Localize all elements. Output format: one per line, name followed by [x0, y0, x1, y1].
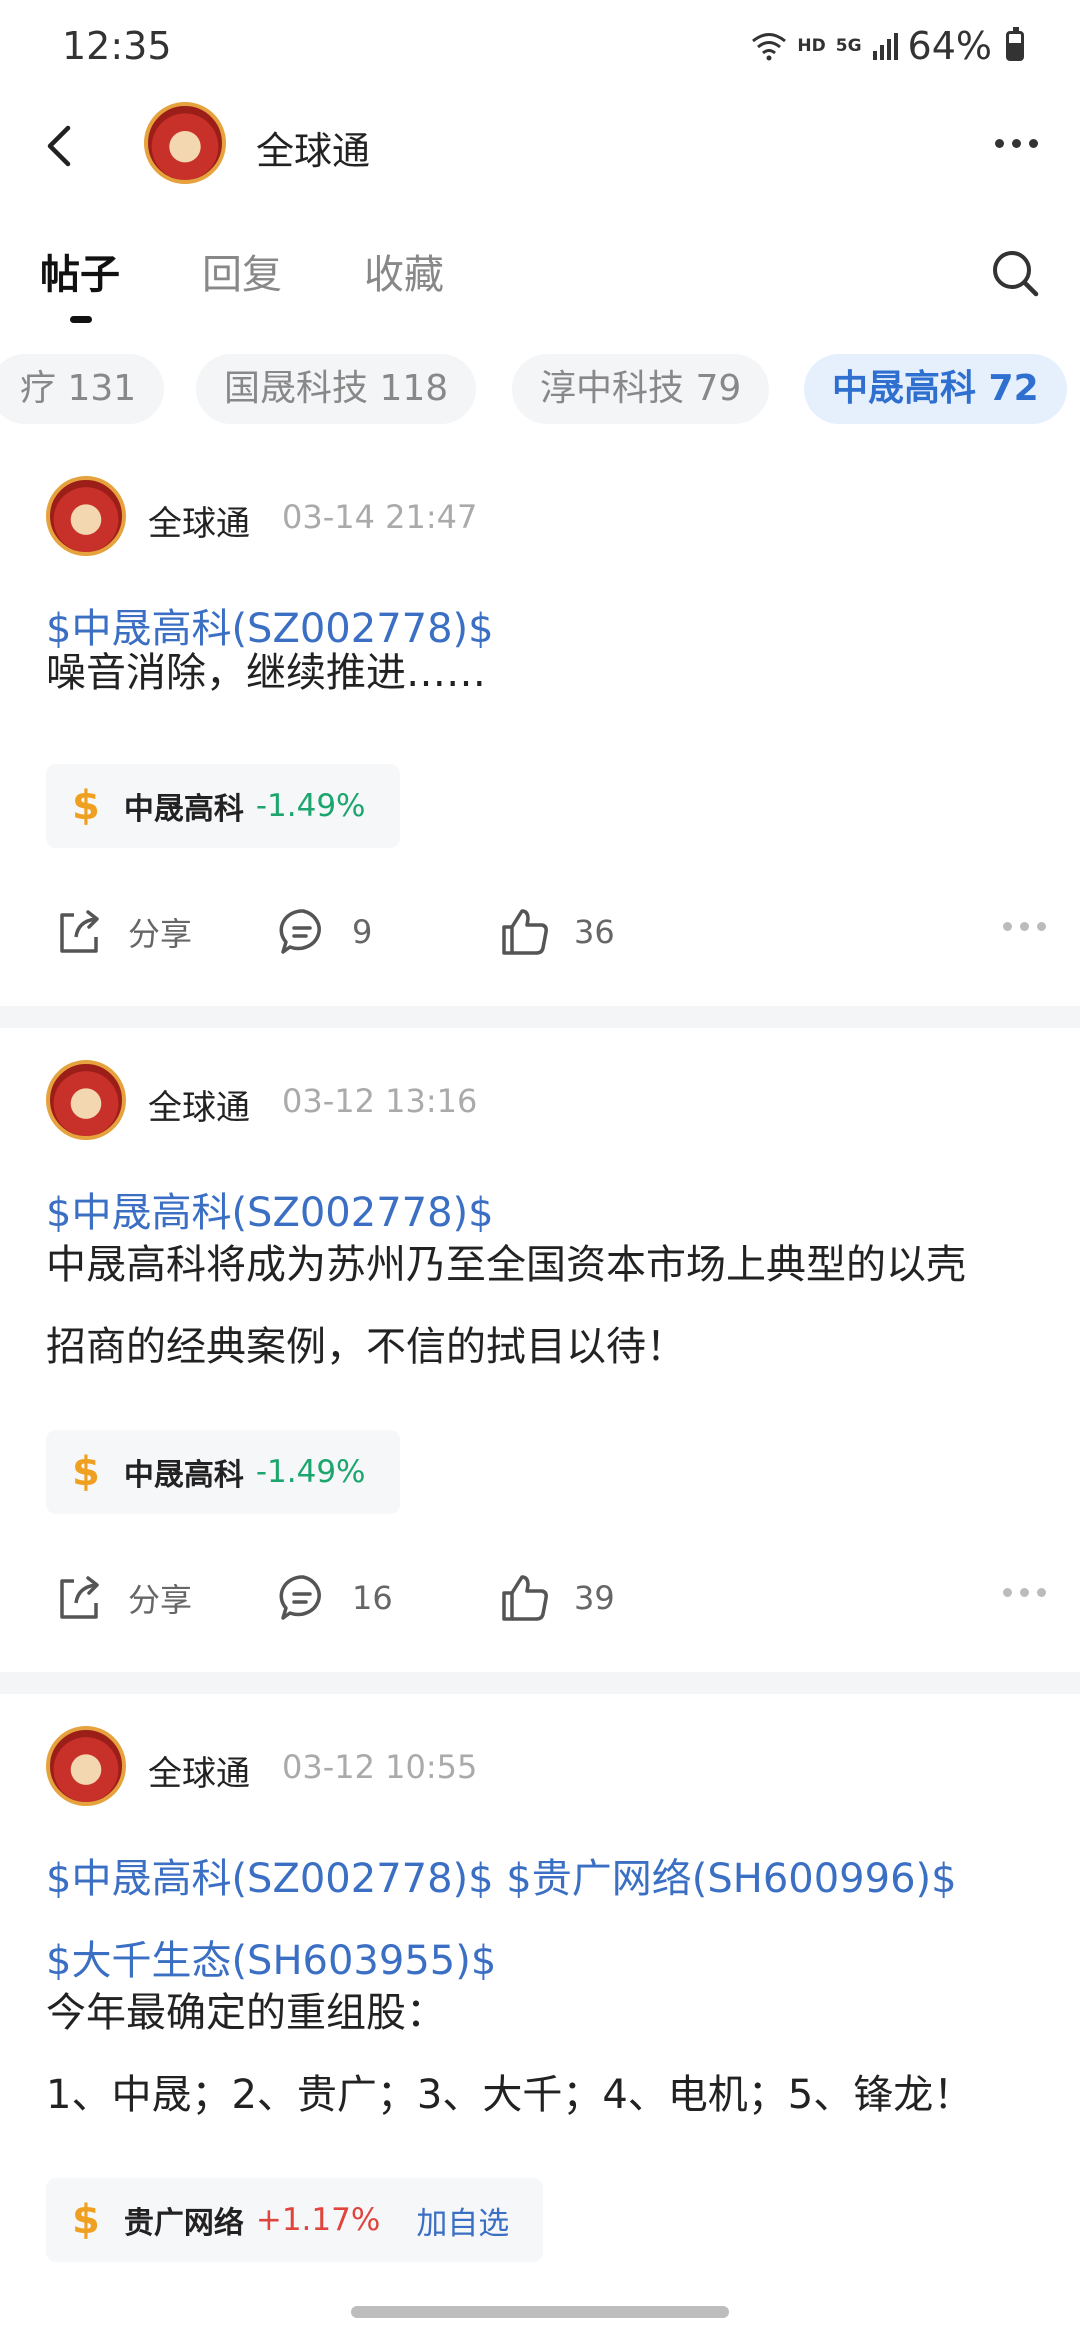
tab-bar: 帖子 回复 收藏	[0, 228, 1080, 328]
post-card[interactable]: 全球通 03-12 10:55 $中晟高科(SZ002778)$ $贵广网络(S…	[0, 1726, 1080, 2286]
signal-icon	[872, 33, 898, 60]
share-button[interactable]: 分享	[52, 1558, 192, 1638]
thumbs-up-icon	[502, 909, 548, 955]
stock-card[interactable]: $ 中晟高科 -1.49%	[46, 1430, 400, 1514]
top-header: 全球通	[0, 96, 1080, 196]
like-button[interactable]: 39	[498, 1558, 615, 1638]
stock-card[interactable]: $ 中晟高科 -1.49%	[46, 764, 400, 848]
home-indicator	[351, 2306, 729, 2318]
battery-icon	[1006, 27, 1024, 61]
post-card[interactable]: 全球通 03-14 21:47 $中晟高科(SZ002778)$ 噪音消除，继续…	[0, 476, 1080, 1006]
profile-avatar[interactable]	[144, 102, 226, 184]
author-avatar[interactable]	[46, 476, 126, 556]
chip-2[interactable]: 国晟科技 118	[196, 354, 477, 424]
stock-name: 中晟高科	[123, 1458, 244, 1493]
share-button[interactable]: 分享	[52, 892, 192, 972]
post-text-line-2: 1、中晟；2、贵广；3、大千；4、电机；5、锋龙！	[46, 2072, 974, 2118]
post-text-line-2: 招商的经典案例，不信的拭目以待！	[46, 1324, 686, 1370]
stock-filter-chips: 疗 131 国晟科技 118 淳中科技 79 中晟高科 72	[0, 354, 1080, 428]
comment-button[interactable]: 9	[276, 892, 372, 972]
tab-replies[interactable]: 回复	[202, 242, 282, 300]
status-time: 12:35	[62, 24, 172, 68]
like-count: 39	[574, 1579, 615, 1617]
author-name[interactable]: 全球通	[148, 1080, 250, 1129]
stock-card[interactable]: $ 贵广网络 +1.17% 加自选	[46, 2178, 544, 2262]
comment-count: 16	[352, 1579, 393, 1617]
active-tab-indicator	[70, 316, 92, 323]
author-name[interactable]: 全球通	[148, 496, 250, 545]
post-time: 03-14 21:47	[282, 498, 478, 536]
like-button[interactable]: 36	[498, 892, 615, 972]
status-icons: HD 5G 64%	[751, 24, 1024, 68]
author-name[interactable]: 全球通	[148, 1746, 250, 1795]
stock-name: 贵广网络	[123, 2206, 244, 2241]
post-more-icon[interactable]	[1003, 1588, 1046, 1597]
post-time: 03-12 10:55	[282, 1748, 478, 1786]
more-options-icon[interactable]	[986, 128, 1046, 158]
chip-1[interactable]: 疗 131	[0, 354, 165, 424]
post-actions: 分享 16 39	[0, 1558, 1080, 1638]
stock-link-line-1[interactable]: $中晟高科(SZ002778)$ $贵广网络(SH600996)$	[46, 1846, 957, 1904]
like-count: 36	[574, 913, 615, 951]
comment-icon	[279, 909, 321, 954]
search-icon[interactable]	[988, 246, 1044, 302]
share-icon	[60, 910, 99, 953]
share-label: 分享	[128, 1581, 193, 1619]
author-avatar[interactable]	[46, 1726, 126, 1806]
stock-change: +1.17%	[255, 2202, 381, 2238]
post-text: 噪音消除，继续推进……	[46, 650, 486, 696]
post-divider	[0, 1672, 1080, 1694]
add-watchlist-button[interactable]: 加自选	[416, 2198, 509, 2243]
hd-indicator: HD	[797, 36, 826, 56]
stock-change: -1.49%	[255, 788, 366, 824]
post-text-line-1: 今年最确定的重组股：	[46, 1990, 446, 2036]
author-avatar[interactable]	[46, 1060, 126, 1140]
chip-3[interactable]: 淳中科技 79	[512, 354, 770, 424]
wifi-icon	[752, 33, 787, 61]
dollar-icon: $	[72, 1449, 100, 1495]
share-icon	[60, 1576, 99, 1619]
share-label: 分享	[128, 915, 193, 953]
comment-icon	[279, 1575, 321, 1620]
dollar-icon: $	[72, 783, 100, 829]
post-time: 03-12 13:16	[282, 1082, 478, 1120]
tab-favorites[interactable]: 收藏	[364, 242, 444, 300]
stock-change: -1.49%	[255, 1454, 366, 1490]
post-card[interactable]: 全球通 03-12 13:16 $中晟高科(SZ002778)$ 中晟高科将成为…	[0, 1060, 1080, 1670]
chip-4[interactable]: 中晟高科 72	[804, 354, 1067, 424]
post-text-line-1: 中晟高科将成为苏州乃至全国资本市场上典型的以壳	[46, 1242, 966, 1288]
comment-button[interactable]: 16	[276, 1558, 393, 1638]
dollar-icon: $	[72, 2197, 100, 2243]
signal-label: 5G	[835, 36, 862, 56]
battery-percent: 64%	[907, 24, 992, 68]
back-arrow-icon[interactable]	[30, 116, 90, 176]
status-bar: 12:35 HD 5G 64%	[0, 0, 1080, 96]
post-divider	[0, 1006, 1080, 1028]
stock-name: 中晟高科	[123, 792, 244, 827]
post-actions: 分享 9 36	[0, 892, 1080, 972]
comment-count: 9	[352, 913, 373, 951]
thumbs-up-icon	[502, 1575, 548, 1621]
post-more-icon[interactable]	[1003, 922, 1046, 931]
profile-name: 全球通	[256, 129, 371, 173]
tab-posts[interactable]: 帖子	[40, 242, 120, 300]
